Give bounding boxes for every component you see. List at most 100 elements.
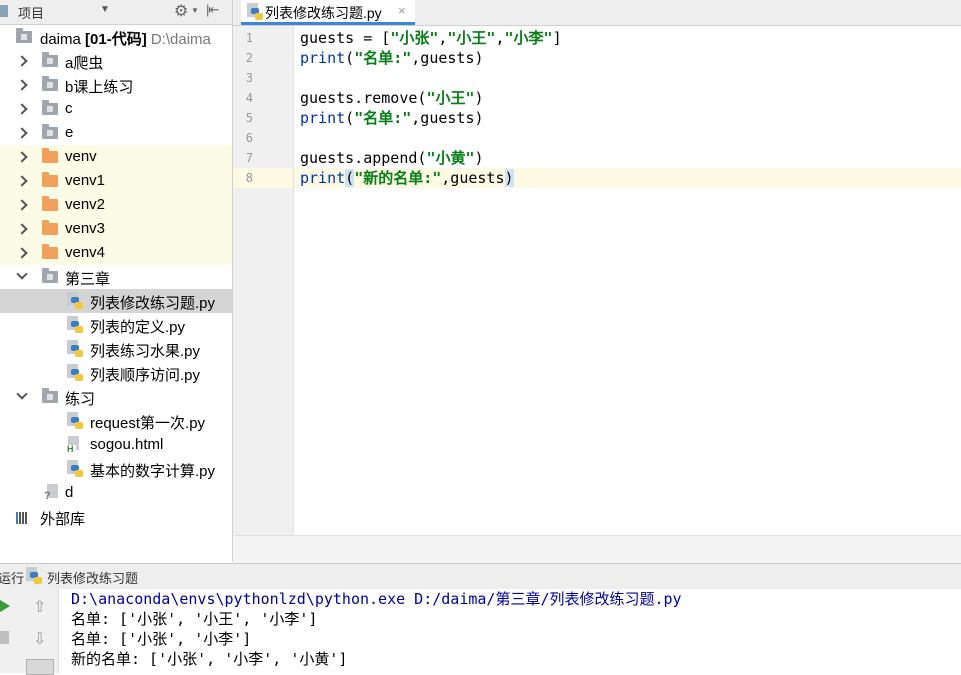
run-toolbar: ⇧ ⇩: [0, 589, 59, 675]
tree-item-label: 列表练习水果.py: [90, 343, 201, 360]
gear-caret-icon[interactable]: ▼: [191, 6, 199, 15]
tree-item-label: b课上练习: [65, 79, 134, 96]
tree-item-label: 列表修改练习题.py: [90, 295, 216, 312]
tree-item-folder[interactable]: 练习: [0, 385, 232, 409]
code-line-7: guests.append("小黄"): [300, 149, 484, 167]
tree-item-label: 列表顺序访问.py: [90, 367, 201, 384]
project-panel-header: 项目 ▼ ⚙ ▼ |⇤: [0, 0, 232, 25]
tree-item-file-selected[interactable]: 列表修改练习题.py: [0, 289, 232, 313]
collapse-arrow-icon[interactable]: [16, 223, 28, 235]
folder-icon: [42, 196, 58, 211]
line-number: 3: [245, 71, 253, 85]
gear-icon[interactable]: ⚙: [174, 1, 188, 21]
expand-arrow-icon[interactable]: [16, 388, 28, 400]
tree-item-label: d: [65, 484, 74, 501]
collapse-arrow-icon[interactable]: [16, 199, 28, 211]
project-icon: [0, 5, 8, 17]
scroll-up-icon[interactable]: ⇧: [33, 597, 46, 617]
editor-bottom-area: [233, 535, 961, 563]
tree-item-label: request第一次.py: [90, 415, 206, 432]
code-line-2: print("名单:",guests): [300, 49, 484, 67]
tree-item-file[interactable]: 基本的数字计算.py: [0, 457, 232, 481]
tree-item-folder[interactable]: e: [0, 121, 232, 145]
unknown-file-icon: ?: [44, 484, 60, 502]
project-panel: 项目 ▼ ⚙ ▼ |⇤ daima [01-代码] D:\daima a爬虫 b…: [0, 0, 233, 562]
code-editor[interactable]: guests = ["小张","小王","小李"] print("名单:",gu…: [294, 26, 961, 535]
stop-icon[interactable]: [0, 631, 9, 644]
code-line-5: print("名单:",guests): [300, 109, 484, 127]
tree-item-venv[interactable]: venv4: [0, 241, 232, 265]
dropdown-caret-icon[interactable]: ▼: [100, 4, 110, 15]
python-file-icon: [67, 364, 83, 382]
tree-item-folder[interactable]: a爬虫: [0, 49, 232, 73]
tree-item-file[interactable]: H sogou.html: [0, 433, 232, 457]
tree-item-folder[interactable]: b课上练习: [0, 73, 232, 97]
tree-item-daima[interactable]: daima [01-代码] D:\daima: [0, 25, 232, 49]
collapse-arrow-icon[interactable]: [16, 127, 28, 139]
collapse-arrow-icon[interactable]: [16, 151, 28, 163]
line-number: 7: [245, 151, 253, 165]
code-line-4: guests.remove("小王"): [300, 89, 484, 107]
editor-tab-bar: 列表修改练习题.py ×: [233, 0, 961, 26]
tree-item-label: sogou.html: [90, 436, 164, 453]
tree-item-label: e: [65, 124, 74, 141]
tree-item-file[interactable]: 列表的定义.py: [0, 313, 232, 337]
tree-item-venv[interactable]: venv1: [0, 169, 232, 193]
tree-item-label: daima [01-代码] D:\daima: [40, 31, 211, 48]
hide-panel-icon[interactable]: |⇤: [206, 2, 219, 18]
tree-item-folder[interactable]: 第三章: [0, 265, 232, 289]
tree-item-label: 外部库: [40, 511, 86, 528]
python-file-icon: [67, 292, 83, 310]
python-file-icon: [67, 412, 83, 430]
collapse-arrow-icon[interactable]: [16, 55, 28, 67]
line-number: 1: [245, 31, 253, 45]
folder-icon: [42, 220, 58, 235]
editor-gutter: 1 2 3 4 5 6 7 8: [233, 26, 294, 535]
console-output-line: 名单: ['小张', '小李']: [71, 630, 252, 648]
python-file-icon: [26, 567, 42, 585]
tree-item-label: venv2: [65, 196, 106, 213]
collapse-arrow-icon[interactable]: [16, 247, 28, 259]
run-icon[interactable]: [0, 598, 10, 614]
editor-tab[interactable]: 列表修改练习题.py ×: [241, 0, 415, 25]
expand-arrow-icon[interactable]: [16, 268, 28, 280]
tree-item-file[interactable]: request第一次.py: [0, 409, 232, 433]
run-console[interactable]: D:\anaconda\envs\pythonlzd\python.exe D:…: [59, 589, 961, 673]
tree-item-label: c: [65, 100, 73, 117]
tree-item-label: 第三章: [65, 271, 111, 288]
folder-icon: [42, 100, 58, 115]
code-line-8: print("新的名单:",guests): [300, 169, 514, 187]
python-file-icon: [67, 316, 83, 334]
collapse-arrow-icon[interactable]: [16, 79, 28, 91]
tree-item-file[interactable]: 列表顺序访问.py: [0, 361, 232, 385]
folder-icon: [42, 124, 58, 139]
tree-item-venv[interactable]: venv: [0, 145, 232, 169]
tree-item-file[interactable]: ? d: [0, 481, 232, 505]
tree-item-venv[interactable]: venv3: [0, 217, 232, 241]
folder-icon: [42, 388, 58, 403]
run-panel-title[interactable]: 运行: [0, 568, 24, 587]
run-panel-header: 运行 列表修改练习题: [0, 563, 961, 590]
tree-item-venv[interactable]: venv2: [0, 193, 232, 217]
folder-icon: [42, 172, 58, 187]
project-panel-title[interactable]: 项目: [18, 3, 44, 22]
console-output-line: 名单: ['小张', '小王', '小李']: [71, 610, 318, 628]
tree-item-folder[interactable]: c: [0, 97, 232, 121]
editor-tab-label: 列表修改练习题.py: [265, 5, 382, 21]
tree-item-label: 基本的数字计算.py: [90, 463, 216, 480]
collapse-arrow-icon[interactable]: [16, 103, 28, 115]
run-config-name[interactable]: 列表修改练习题: [47, 568, 138, 587]
python-file-icon: [67, 460, 83, 478]
tree-item-label: venv4: [65, 244, 106, 261]
line-number: 4: [245, 91, 253, 105]
folder-icon: [42, 148, 58, 163]
line-number: 6: [245, 131, 253, 145]
tree-item-file[interactable]: 列表练习水果.py: [0, 337, 232, 361]
tree-item-external-libraries[interactable]: 外部库: [0, 505, 232, 529]
python-file-icon: [67, 340, 83, 358]
tree-item-label: venv3: [65, 220, 106, 237]
scroll-down-icon[interactable]: ⇩: [33, 629, 46, 649]
collapse-arrow-icon[interactable]: [16, 175, 28, 187]
tree-item-label: venv1: [65, 172, 106, 189]
close-icon[interactable]: ×: [398, 3, 406, 18]
